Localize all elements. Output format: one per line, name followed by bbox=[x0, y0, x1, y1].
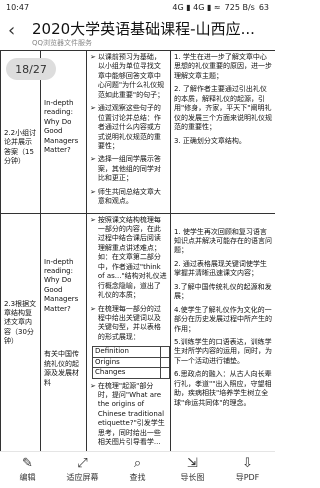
page-indicator: 18/27 bbox=[6, 58, 56, 80]
list-item: ➢ 选择一组同学展示答案，其他组的同学对比和更正； bbox=[90, 155, 161, 183]
table-cell: 1. 使学生再次回顾和复习语言知识点并解决可能存在的语言问题； 2. 通过表格展… bbox=[170, 212, 275, 451]
battery-icon: 63 bbox=[258, 2, 269, 12]
list-item: ➢ 师生共同总结文章大意和观点。 bbox=[90, 187, 161, 206]
document-subtitle: QQ浏览器文件服务 bbox=[32, 39, 93, 47]
document-title: 2020大学英语基础课程-山西应... bbox=[32, 20, 255, 38]
search-icon: ⌕ bbox=[133, 456, 142, 471]
export-image-button[interactable]: ⇲ 导长图 bbox=[168, 455, 218, 483]
list-item: 3.了解中国传统礼仪的起源和发展； bbox=[174, 282, 272, 301]
document-viewer[interactable]: 2.2小组讨论并展示答案（15分钟） In-depth reading: Why… bbox=[0, 50, 275, 451]
table-cell: 1. 学生在进一步了解文章中心思想的礼仪重要的原因，进一步理解文章主题； 2. … bbox=[170, 50, 275, 214]
search-button[interactable]: ⌕ 查找 bbox=[113, 455, 163, 483]
list-item: 4.使学生了解礼仪作为文化的一部分在历史发展过程中所产生的作用； bbox=[174, 305, 272, 333]
list-item: ➢ 通过观察这些句子的位置讨论并总结：作者通过什么内容或方式说明礼仪规范的重要性； bbox=[90, 104, 161, 150]
export-image-icon: ⇲ bbox=[187, 456, 198, 471]
list-item: ➢ 按照课文结构梳理每一部分的内容，在此过程中结合课后阅读理解重点讲述难点；如：在… bbox=[90, 215, 167, 300]
list-item: ➢ 以课前预习为基础，以小组为单位寻找文章中能够回答文章中心问题"为什么礼仪规范如… bbox=[90, 53, 165, 99]
table-cell: ➢ 以课前预习为基础，以小组为单位寻找文章中能够回答文章中心问题"为什么礼仪规范如… bbox=[86, 50, 171, 214]
list-item: 1. 使学生再次回顾和复习语言知识点并解决可能存在的语言问题； bbox=[174, 227, 272, 255]
list-item: 2. 了解作者主要通过引出礼仪的本质，解释礼仪的起源，引用"修身，齐家，平天下"… bbox=[174, 85, 272, 132]
list-item: 5.训练学生的口语表达，训练学生对所学内容的运用，同时，为下一个活动进行铺垫。 bbox=[174, 337, 272, 365]
table-cell: In-depth reading: Why Do Good Managers M… bbox=[40, 212, 87, 451]
status-time: 10:47 bbox=[6, 2, 30, 12]
edit-button[interactable]: ✎ 编辑 bbox=[3, 455, 53, 483]
fit-screen-button[interactable]: ⤢ 适应屏幕 bbox=[58, 455, 108, 483]
table-cell: ➢ 按照课文结构梳理每一部分的内容，在此过程中结合课后阅读理解重点讲述难点；如：在… bbox=[86, 212, 171, 451]
list-item: 1. 学生在进一步了解文章中心思想的礼仪重要的原因，进一步理解文章主题； bbox=[174, 53, 272, 80]
list-item: 6.思政点的融入：从古人向长辈行礼，孝道""出入照应，守望相助，疾病相扶"培养学… bbox=[174, 370, 272, 407]
export-pdf-button[interactable]: ⇩ 导PDF bbox=[223, 455, 273, 483]
keyword-table: Definition Origins Changes bbox=[91, 346, 170, 379]
chevron-left-icon[interactable]: ‹ bbox=[8, 20, 15, 41]
header: ‹ 2020大学英语基础课程-山西应... QQ浏览器文件服务 bbox=[0, 14, 275, 50]
status-bar: 10:47 4G ▮ 4G ▮ ≈ 725 B/s 63 bbox=[0, 0, 275, 14]
table-cell: 2.3根据文章结构复述文章内容（30分钟） bbox=[0, 212, 41, 451]
list-item: ➢ 在梳理"起源"部分时，提问"What are the origins of C… bbox=[90, 381, 165, 447]
lesson-table: 2.2小组讨论并展示答案（15分钟） In-depth reading: Why… bbox=[0, 50, 275, 451]
bottom-toolbar: ✎ 编辑 ⤢ 适应屏幕 ⌕ 查找 ⇲ 导长图 ⇩ 导PDF bbox=[0, 451, 275, 488]
signal-icon: 4G ▮ 4G ▮ ≈ bbox=[172, 2, 221, 12]
list-item: 2. 通过表格展现关键词使学生掌握并清晰迅速课文内容； bbox=[174, 259, 267, 278]
table-row: 2.3根据文章结构复述文章内容（30分钟） In-depth reading: … bbox=[0, 212, 275, 451]
list-item: 3. 正确划分文章结构。 bbox=[174, 136, 246, 145]
fit-screen-icon: ⤢ bbox=[77, 456, 88, 471]
pdf-icon: ⇩ bbox=[242, 456, 253, 471]
edit-icon: ✎ bbox=[22, 456, 33, 471]
list-item: ➢ 在梳理每一部分的过程中给出关键词以及关键句型，并以表格的形式展现： bbox=[90, 304, 161, 341]
network-speed: 725 B/s bbox=[224, 2, 255, 12]
